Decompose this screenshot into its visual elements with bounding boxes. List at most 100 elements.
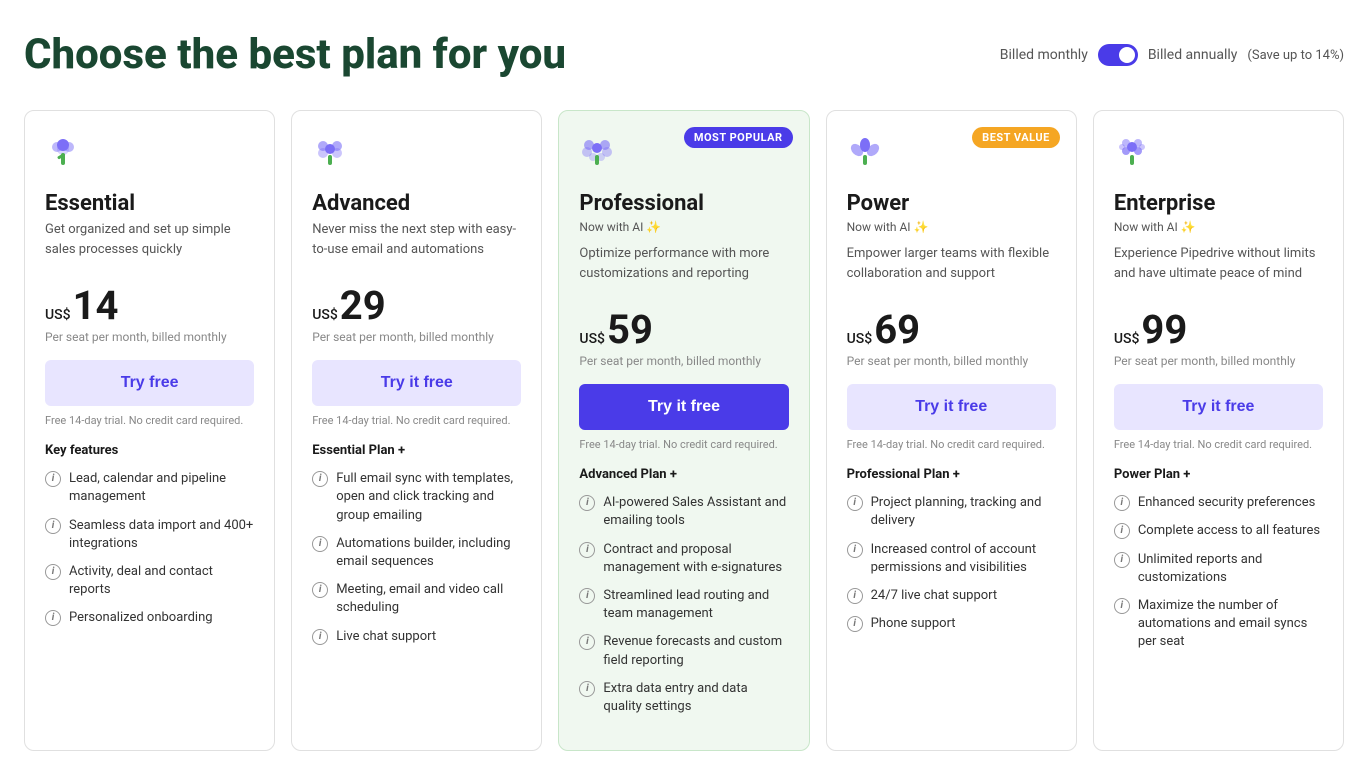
trial-note-power: Free 14-day trial. No credit card requir…: [847, 438, 1056, 451]
info-icon: i: [847, 542, 863, 558]
plan-icon-essential: [45, 135, 254, 179]
features-title-essential: Key features: [45, 443, 254, 458]
info-icon: i: [1114, 495, 1130, 511]
try-btn-essential[interactable]: Try free: [45, 360, 254, 406]
price-amount-advanced: 29: [340, 286, 386, 326]
save-badge: (Save up to 14%): [1247, 48, 1344, 63]
plan-description-advanced: Never miss the next step with easy-to-us…: [312, 220, 521, 270]
features-title-advanced: Essential Plan +: [312, 443, 521, 458]
plan-price-row-professional: US$ 59: [579, 310, 788, 350]
info-icon: i: [312, 629, 328, 645]
feature-text: Full email sync with templates, open and…: [336, 470, 521, 525]
price-period-power: Per seat per month, billed monthly: [847, 354, 1056, 368]
feature-item: i Full email sync with templates, open a…: [312, 470, 521, 525]
plan-badge-power: BEST VALUE: [972, 127, 1060, 148]
feature-text: Automations builder, including email seq…: [336, 535, 521, 571]
billing-toggle-switch[interactable]: [1098, 44, 1138, 66]
billing-annually-label: Billed annually: [1148, 47, 1238, 63]
feature-item: i Complete access to all features: [1114, 522, 1323, 540]
plan-description-enterprise: Experience Pipedrive without limits and …: [1114, 244, 1323, 294]
feature-text: Revenue forecasts and custom field repor…: [603, 633, 788, 669]
feature-text: Seamless data import and 400+ integratio…: [69, 517, 254, 553]
info-icon: i: [1114, 552, 1130, 568]
plan-price-row-power: US$ 69: [847, 310, 1056, 350]
plan-card-enterprise: Enterprise Now with AI ✨ Experience Pipe…: [1093, 110, 1344, 751]
info-icon: i: [1114, 598, 1130, 614]
try-btn-enterprise[interactable]: Try it free: [1114, 384, 1323, 430]
feature-text: AI-powered Sales Assistant and emailing …: [603, 494, 788, 530]
plan-name-essential: Essential: [45, 191, 254, 216]
feature-item: i Project planning, tracking and deliver…: [847, 494, 1056, 530]
feature-text: Increased control of account permissions…: [871, 541, 1056, 577]
page-title: Choose the best plan for you: [24, 32, 566, 78]
price-amount-professional: 59: [607, 310, 653, 350]
feature-item: i 24/7 live chat support: [847, 587, 1056, 605]
ai-tag-professional: Now with AI ✨: [579, 220, 788, 234]
feature-text: Enhanced security preferences: [1138, 494, 1316, 512]
feature-text: Unlimited reports and customizations: [1138, 551, 1323, 587]
info-icon: i: [45, 610, 61, 626]
plan-icon-enterprise: [1114, 135, 1323, 179]
plan-price-row-enterprise: US$ 99: [1114, 310, 1323, 350]
trial-note-advanced: Free 14-day trial. No credit card requir…: [312, 414, 521, 427]
trial-note-essential: Free 14-day trial. No credit card requir…: [45, 414, 254, 427]
price-currency-essential: US$: [45, 307, 71, 323]
page-header: Choose the best plan for you Billed mont…: [24, 32, 1344, 78]
plan-description-professional: Optimize performance with more customiza…: [579, 244, 788, 294]
ai-tag-power: Now with AI ✨: [847, 220, 1056, 234]
feature-text: Phone support: [871, 615, 956, 633]
try-btn-advanced[interactable]: Try it free: [312, 360, 521, 406]
feature-item: i AI-powered Sales Assistant and emailin…: [579, 494, 788, 530]
info-icon: i: [579, 634, 595, 650]
feature-text: Contract and proposal management with e-…: [603, 541, 788, 577]
price-period-essential: Per seat per month, billed monthly: [45, 330, 254, 344]
plan-badge-professional: MOST POPULAR: [684, 127, 793, 148]
billing-monthly-label: Billed monthly: [1000, 47, 1088, 63]
info-icon: i: [45, 564, 61, 580]
feature-text: Personalized onboarding: [69, 609, 213, 627]
plan-name-enterprise: Enterprise: [1114, 191, 1323, 216]
plan-card-advanced: Advanced Never miss the next step with e…: [291, 110, 542, 751]
features-title-enterprise: Power Plan +: [1114, 467, 1323, 482]
feature-item: i Live chat support: [312, 628, 521, 646]
plan-price-row-essential: US$ 14: [45, 286, 254, 326]
price-period-advanced: Per seat per month, billed monthly: [312, 330, 521, 344]
feature-item: i Phone support: [847, 615, 1056, 633]
price-currency-power: US$: [847, 331, 873, 347]
plans-container: Essential Get organized and set up simpl…: [24, 110, 1344, 751]
price-amount-enterprise: 99: [1141, 310, 1187, 350]
try-btn-power[interactable]: Try it free: [847, 384, 1056, 430]
feature-text: Project planning, tracking and delivery: [871, 494, 1056, 530]
info-icon: i: [312, 536, 328, 552]
features-title-professional: Advanced Plan +: [579, 467, 788, 482]
feature-item: i Maximize the number of automations and…: [1114, 597, 1323, 652]
feature-text: Extra data entry and data quality settin…: [603, 680, 788, 716]
info-icon: i: [45, 518, 61, 534]
feature-text: Meeting, email and video call scheduling: [336, 581, 521, 617]
info-icon: i: [45, 471, 61, 487]
billing-toggle[interactable]: Billed monthly Billed annually (Save up …: [1000, 44, 1344, 66]
plan-price-row-advanced: US$ 29: [312, 286, 521, 326]
plan-description-power: Empower larger teams with flexible colla…: [847, 244, 1056, 294]
try-btn-professional[interactable]: Try it free: [579, 384, 788, 430]
feature-item: i Automations builder, including email s…: [312, 535, 521, 571]
feature-item: i Activity, deal and contact reports: [45, 563, 254, 599]
feature-item: i Lead, calendar and pipeline management: [45, 470, 254, 506]
trial-note-professional: Free 14-day trial. No credit card requir…: [579, 438, 788, 451]
price-currency-professional: US$: [579, 331, 605, 347]
info-icon: i: [847, 588, 863, 604]
info-icon: i: [579, 681, 595, 697]
plan-card-power: BEST VALUE Power Now with AI ✨ Empower l…: [826, 110, 1077, 751]
feature-item: i Seamless data import and 400+ integrat…: [45, 517, 254, 553]
price-period-professional: Per seat per month, billed monthly: [579, 354, 788, 368]
price-period-enterprise: Per seat per month, billed monthly: [1114, 354, 1323, 368]
feature-text: Lead, calendar and pipeline management: [69, 470, 254, 506]
trial-note-enterprise: Free 14-day trial. No credit card requir…: [1114, 438, 1323, 451]
plan-description-essential: Get organized and set up simple sales pr…: [45, 220, 254, 270]
feature-item: i Extra data entry and data quality sett…: [579, 680, 788, 716]
price-currency-advanced: US$: [312, 307, 338, 323]
feature-item: i Unlimited reports and customizations: [1114, 551, 1323, 587]
feature-text: Complete access to all features: [1138, 522, 1320, 540]
info-icon: i: [312, 471, 328, 487]
info-icon: i: [847, 495, 863, 511]
